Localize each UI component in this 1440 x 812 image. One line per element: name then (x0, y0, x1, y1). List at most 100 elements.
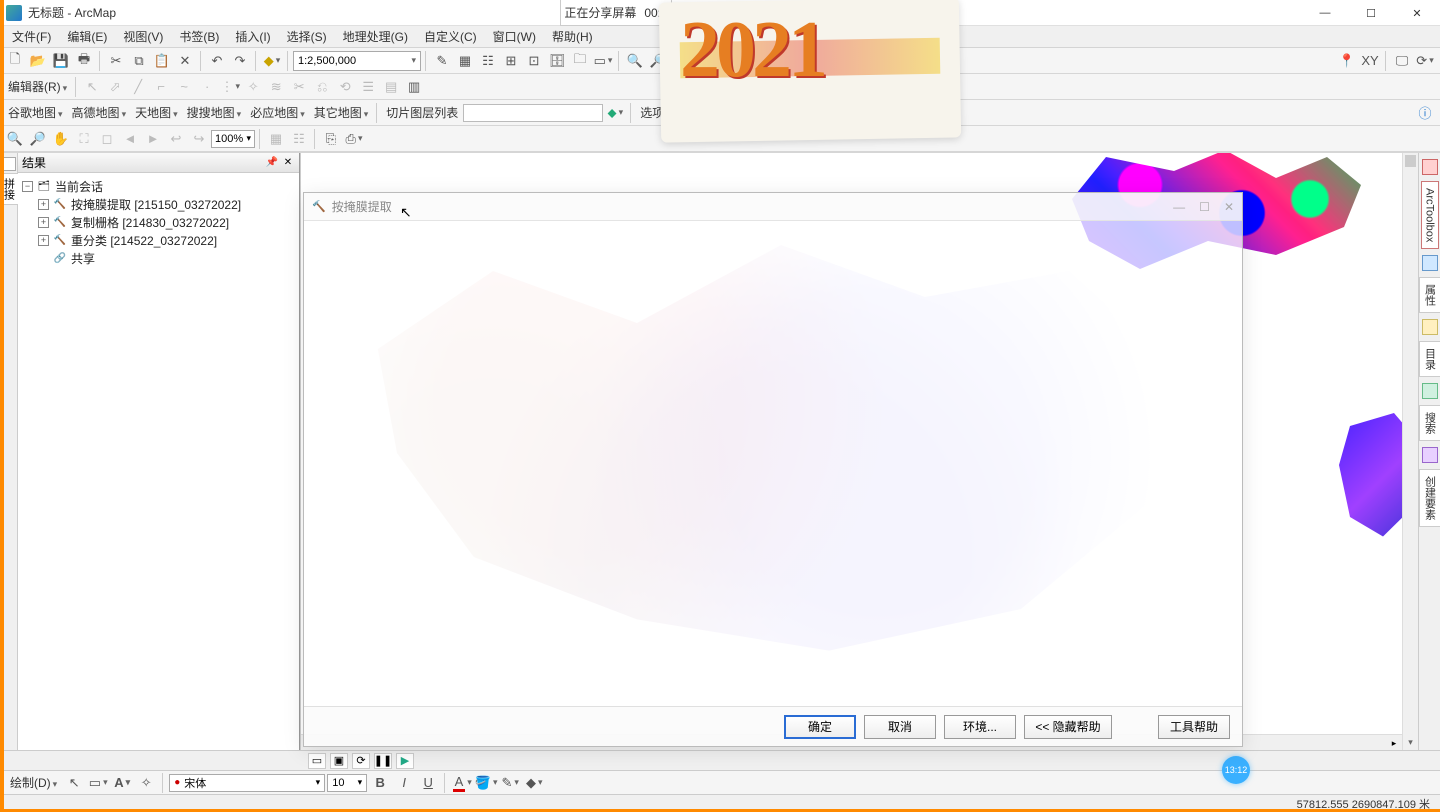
copy-icon[interactable]: ⧉ (128, 50, 150, 72)
basemap-tianditu[interactable]: 天地图 (131, 104, 182, 121)
layout-zoom-combo[interactable]: 100%▾ (211, 130, 255, 148)
reshape-icon[interactable]: ≋ (265, 76, 287, 98)
layout-zoom-out-icon[interactable]: 🔎 (27, 128, 49, 150)
menu-select[interactable]: 选择(S) (279, 26, 335, 47)
graph-icon[interactable]: ☷ (477, 50, 499, 72)
layout-toggle1-icon[interactable]: ⎘ (320, 128, 342, 150)
tree-share[interactable]: 共享 (20, 249, 297, 267)
python-icon[interactable]: ▭ (592, 50, 614, 72)
font-combo[interactable]: ●宋体 ▾ (169, 774, 325, 792)
refresh-icon[interactable]: ⟳ (1414, 50, 1436, 72)
underline-icon[interactable]: U (417, 772, 439, 794)
layout-fwd-icon[interactable]: ↪ (188, 128, 210, 150)
split-icon[interactable]: ⎌ (311, 76, 333, 98)
tree-item[interactable]: + 按掩膜提取 [215150_03272022] (20, 195, 297, 213)
hide-help-button[interactable]: << 隐藏帮助 (1024, 715, 1112, 739)
trace-icon[interactable]: ~ (173, 76, 195, 98)
map-vscroll[interactable]: ▾ (1402, 153, 1418, 750)
cancel-button[interactable]: 取消 (864, 715, 936, 739)
tool-help-button[interactable]: 工具帮助 (1158, 715, 1230, 739)
cut-poly-icon[interactable]: ✂ (288, 76, 310, 98)
basemap-google[interactable]: 谷歌地图 (4, 104, 67, 121)
resume-draw-icon[interactable]: ▶ (396, 753, 414, 769)
editor-toolbar-icon[interactable]: ✎ (431, 50, 453, 72)
data-view-tab[interactable]: ▭ (308, 753, 326, 769)
straight-icon[interactable]: ╱ (127, 76, 149, 98)
expand-icon[interactable]: + (38, 217, 49, 228)
basemap-bing[interactable]: 必应地图 (246, 104, 309, 121)
right-tab-attributes[interactable]: 属性 (1419, 277, 1440, 313)
user-reg-link[interactable]: 用户/注 (688, 104, 735, 121)
paste-icon[interactable]: 📋 (151, 50, 173, 72)
table-window-icon[interactable]: ⊞ (500, 50, 522, 72)
fixed-zoom-in-icon[interactable]: ⤢ (716, 50, 738, 72)
search-window-icon[interactable]: 🗀 (569, 50, 591, 72)
sketch-props-icon[interactable]: ▤ (380, 76, 402, 98)
expand-icon[interactable]: + (38, 235, 49, 246)
basemap-amap[interactable]: 高德地图 (68, 104, 131, 121)
rectangle-tool-icon[interactable]: ▭ (87, 772, 109, 794)
layout-pan-icon[interactable]: ✋ (50, 128, 72, 150)
marker-color-icon[interactable]: ◆ (523, 772, 545, 794)
edit-vertices-draw-icon[interactable]: ✧ (135, 772, 157, 794)
pause-draw-icon[interactable]: ❚❚ (374, 753, 392, 769)
ok-button[interactable]: 确定 (784, 715, 856, 739)
environments-button[interactable]: 环境... (944, 715, 1016, 739)
undo-icon[interactable]: ↶ (206, 50, 228, 72)
tree-root[interactable]: − 当前会话 (20, 177, 297, 195)
menu-insert[interactable]: 插入(I) (227, 26, 278, 47)
right-tab-arctoolbox[interactable]: ArcToolbox (1421, 181, 1439, 249)
font-size-combo[interactable]: 10▾ (327, 774, 367, 792)
menu-file[interactable]: 文件(F) (4, 26, 59, 47)
line-color-icon[interactable]: ✎ (499, 772, 521, 794)
menu-bookmarks[interactable]: 书签(B) (171, 26, 227, 47)
draw-menu[interactable]: 绘制(D) (6, 774, 61, 791)
layout-back-icon[interactable]: ↩ (165, 128, 187, 150)
basemap-soso[interactable]: 搜搜地图 (183, 104, 246, 121)
catalog-icon[interactable]: 🗄 (546, 50, 568, 72)
catalog-icon[interactable] (1422, 319, 1438, 335)
menu-edit[interactable]: 编辑(E) (59, 26, 115, 47)
attributes-icon[interactable]: ☰ (357, 76, 379, 98)
menu-view[interactable]: 视图(V) (115, 26, 171, 47)
layout-100-icon[interactable]: ◻ (96, 128, 118, 150)
zoom-in-icon[interactable]: 🔍 (624, 50, 646, 72)
full-extent-icon[interactable]: 🌐 (693, 50, 715, 72)
layout-guides-icon[interactable]: ☷ (288, 128, 310, 150)
layout-zoom-in-icon[interactable]: 🔍 (4, 128, 26, 150)
search-tab-icon[interactable] (1422, 383, 1438, 399)
dialog-titlebar[interactable]: 🔨 按掩膜提取 — ☐ ✕ (304, 193, 1242, 221)
dialog-maximize-icon[interactable]: ☐ (1199, 200, 1210, 214)
fill-color-icon[interactable]: 🪣 (475, 772, 497, 794)
layout-next-icon[interactable]: ► (142, 128, 164, 150)
results-pin-icon[interactable]: 📌 (265, 157, 279, 168)
bold-icon[interactable]: B (369, 772, 391, 794)
create-features-icon[interactable]: ▥ (403, 76, 425, 98)
table-icon[interactable]: ▦ (454, 50, 476, 72)
results-close-icon[interactable]: ✕ (281, 157, 295, 168)
add-data-button[interactable]: ◆ (261, 50, 283, 72)
edit-tool-icon[interactable]: ↖ (81, 76, 103, 98)
maximize-button[interactable]: ☐ (1348, 0, 1394, 26)
tree-item[interactable]: + 复制栅格 [214830_03272022] (20, 213, 297, 231)
dialog-close-icon[interactable]: ✕ (1224, 200, 1234, 214)
attributes-icon[interactable] (1422, 255, 1438, 271)
minimize-button[interactable]: — (1302, 0, 1348, 26)
zoom-out-icon[interactable]: 🔎 (647, 50, 669, 72)
endpoint-icon[interactable]: ⌐ (150, 76, 172, 98)
pan-icon[interactable]: ✋ (670, 50, 692, 72)
editor-menu[interactable]: 编辑器(R) (4, 78, 71, 95)
redo-icon[interactable]: ↷ (229, 50, 251, 72)
menu-customize[interactable]: 自定义(C) (416, 26, 485, 47)
open-icon[interactable]: 📂 (27, 50, 49, 72)
edit-vertices-icon[interactable]: ✧ (242, 76, 264, 98)
layout-view-tab[interactable]: ▣ (330, 753, 348, 769)
select-elements-icon[interactable]: ↖ (63, 772, 85, 794)
go-to-xy-icon[interactable]: 📍 (1336, 50, 1358, 72)
info-icon[interactable]: ⓘ (1414, 102, 1436, 124)
tree-item[interactable]: + 重分类 [214522_03272022] (20, 231, 297, 249)
font-color-icon[interactable]: A (451, 772, 473, 794)
right-tab-create-features[interactable]: 创建要素 (1419, 469, 1440, 527)
menu-help[interactable]: 帮助(H) (544, 26, 601, 47)
right-tab-search[interactable]: 搜索 (1419, 405, 1440, 441)
